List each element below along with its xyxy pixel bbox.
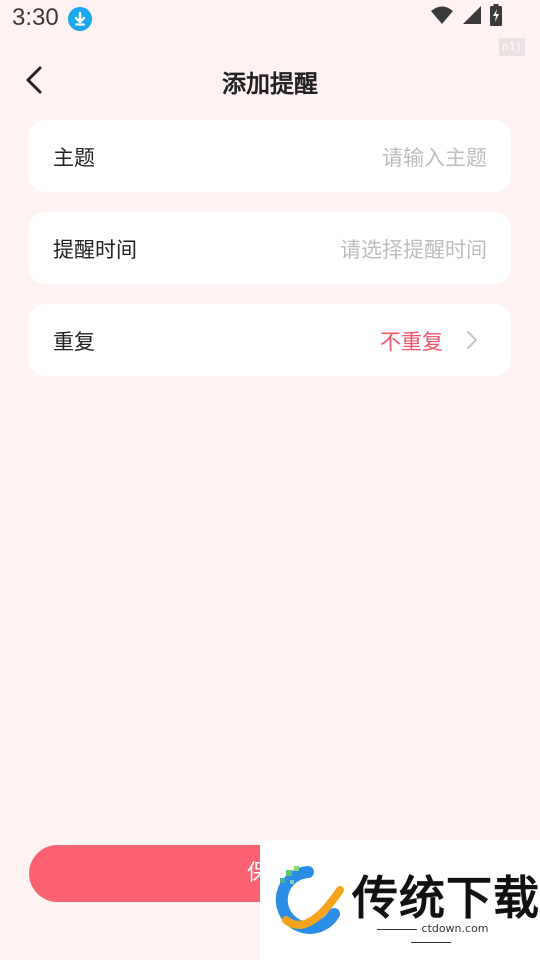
header: 添加提醒 [0, 56, 540, 104]
topic-input[interactable]: 请输入主题 [382, 142, 487, 172]
watermark-tag: n1j [499, 38, 525, 56]
watermark-url: ctdown.com [353, 922, 509, 948]
site-logo-icon [268, 862, 348, 946]
signal-icon [462, 5, 482, 29]
repeat-label: 重复 [53, 330, 95, 354]
topic-label: 主题 [53, 146, 95, 170]
reminder-time-row[interactable]: 提醒时间 请选择提醒时间 [29, 212, 511, 284]
reminder-time-picker[interactable]: 请选择提醒时间 [340, 234, 487, 264]
repeat-row[interactable]: 重复 不重复 [29, 304, 511, 376]
page-title: 添加提醒 [222, 70, 318, 98]
watermark-url-text: ctdown.com [421, 922, 489, 935]
topic-row[interactable]: 主题 请输入主题 [29, 120, 511, 192]
status-icons [430, 4, 502, 30]
status-bar: 3:30 n1j [0, 0, 540, 56]
wifi-icon [430, 5, 454, 29]
status-time: 3:30 [12, 4, 59, 31]
reminder-time-label: 提醒时间 [53, 238, 137, 262]
chevron-right-icon [463, 330, 481, 350]
repeat-value[interactable]: 不重复 [380, 326, 443, 356]
download-notification-icon [68, 7, 92, 31]
battery-charging-icon [490, 4, 502, 30]
watermark-brand: 传统下载 [352, 871, 540, 925]
